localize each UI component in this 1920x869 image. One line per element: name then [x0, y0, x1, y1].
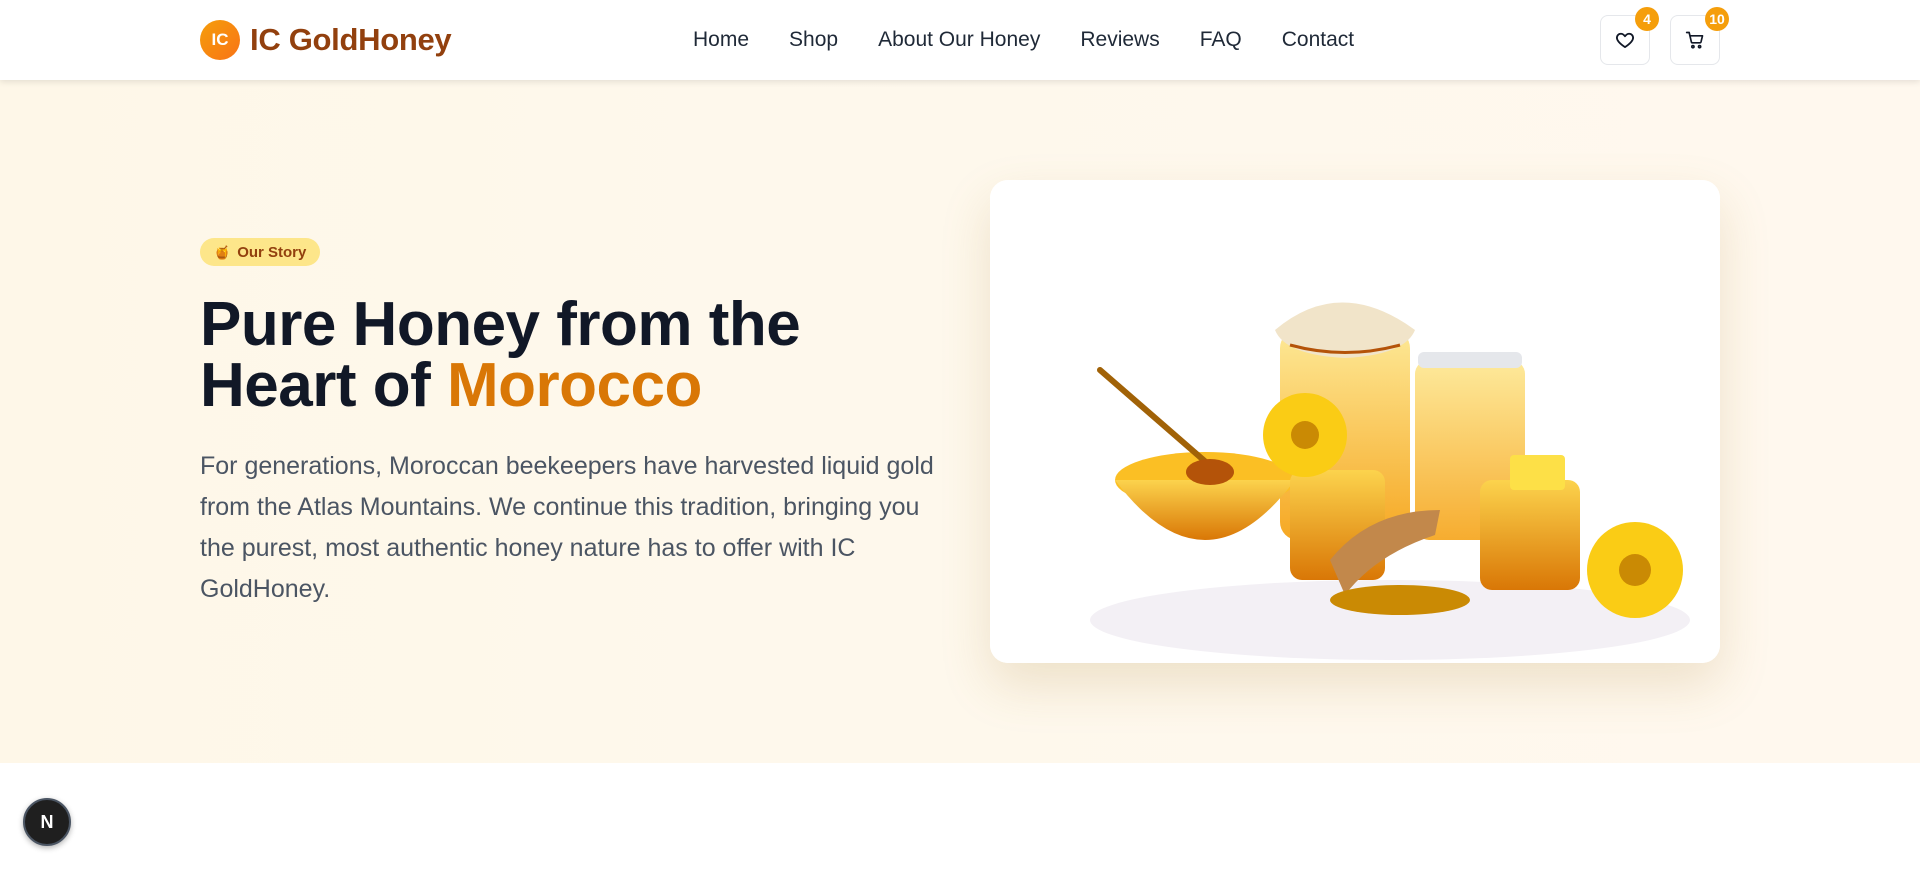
site-header: IC IC GoldHoney Home Shop About Our Hone… [0, 0, 1920, 80]
our-story-badge: 🍯 Our Story [200, 238, 321, 266]
nav-shop[interactable]: Shop [789, 26, 838, 54]
hero-title-line1: Pure Honey from the [200, 290, 801, 359]
nav-contact[interactable]: Contact [1282, 26, 1354, 54]
brand-logo[interactable]: IC IC GoldHoney [200, 20, 452, 60]
our-story-label: Our Story [237, 243, 307, 261]
dev-tools-button[interactable]: N [23, 798, 71, 846]
honey-jars-illustration [990, 180, 1720, 663]
hero-title: Pure Honey from the Heart of Morocco [200, 294, 960, 417]
cart-icon [1685, 31, 1704, 49]
nav-about-our-honey[interactable]: About Our Honey [878, 26, 1040, 54]
honeypot-icon: 🍯 [214, 244, 231, 260]
flower-right [1587, 522, 1683, 618]
hero-title-line2-prefix: Heart of [200, 351, 447, 420]
nav-home[interactable]: Home [693, 26, 749, 54]
hero-title-accent: Morocco [446, 351, 702, 420]
hero-description: For generations, Moroccan beekeepers hav… [200, 452, 934, 603]
hero-image-card [990, 180, 1720, 663]
flower-left [1263, 393, 1347, 477]
brand-name: IC GoldHoney [250, 22, 452, 57]
main-nav: Home Shop About Our Honey Reviews FAQ Co… [693, 26, 1354, 54]
logo-badge: IC [200, 20, 240, 60]
heart-icon [1616, 32, 1634, 48]
nav-reviews[interactable]: Reviews [1080, 26, 1159, 54]
cart-button[interactable]: 10 [1670, 7, 1729, 65]
cart-count-badge: 10 [1705, 7, 1729, 31]
wishlist-button[interactable]: 4 [1600, 7, 1659, 65]
nav-faq[interactable]: FAQ [1200, 26, 1242, 54]
wishlist-count-badge: 4 [1635, 7, 1659, 31]
